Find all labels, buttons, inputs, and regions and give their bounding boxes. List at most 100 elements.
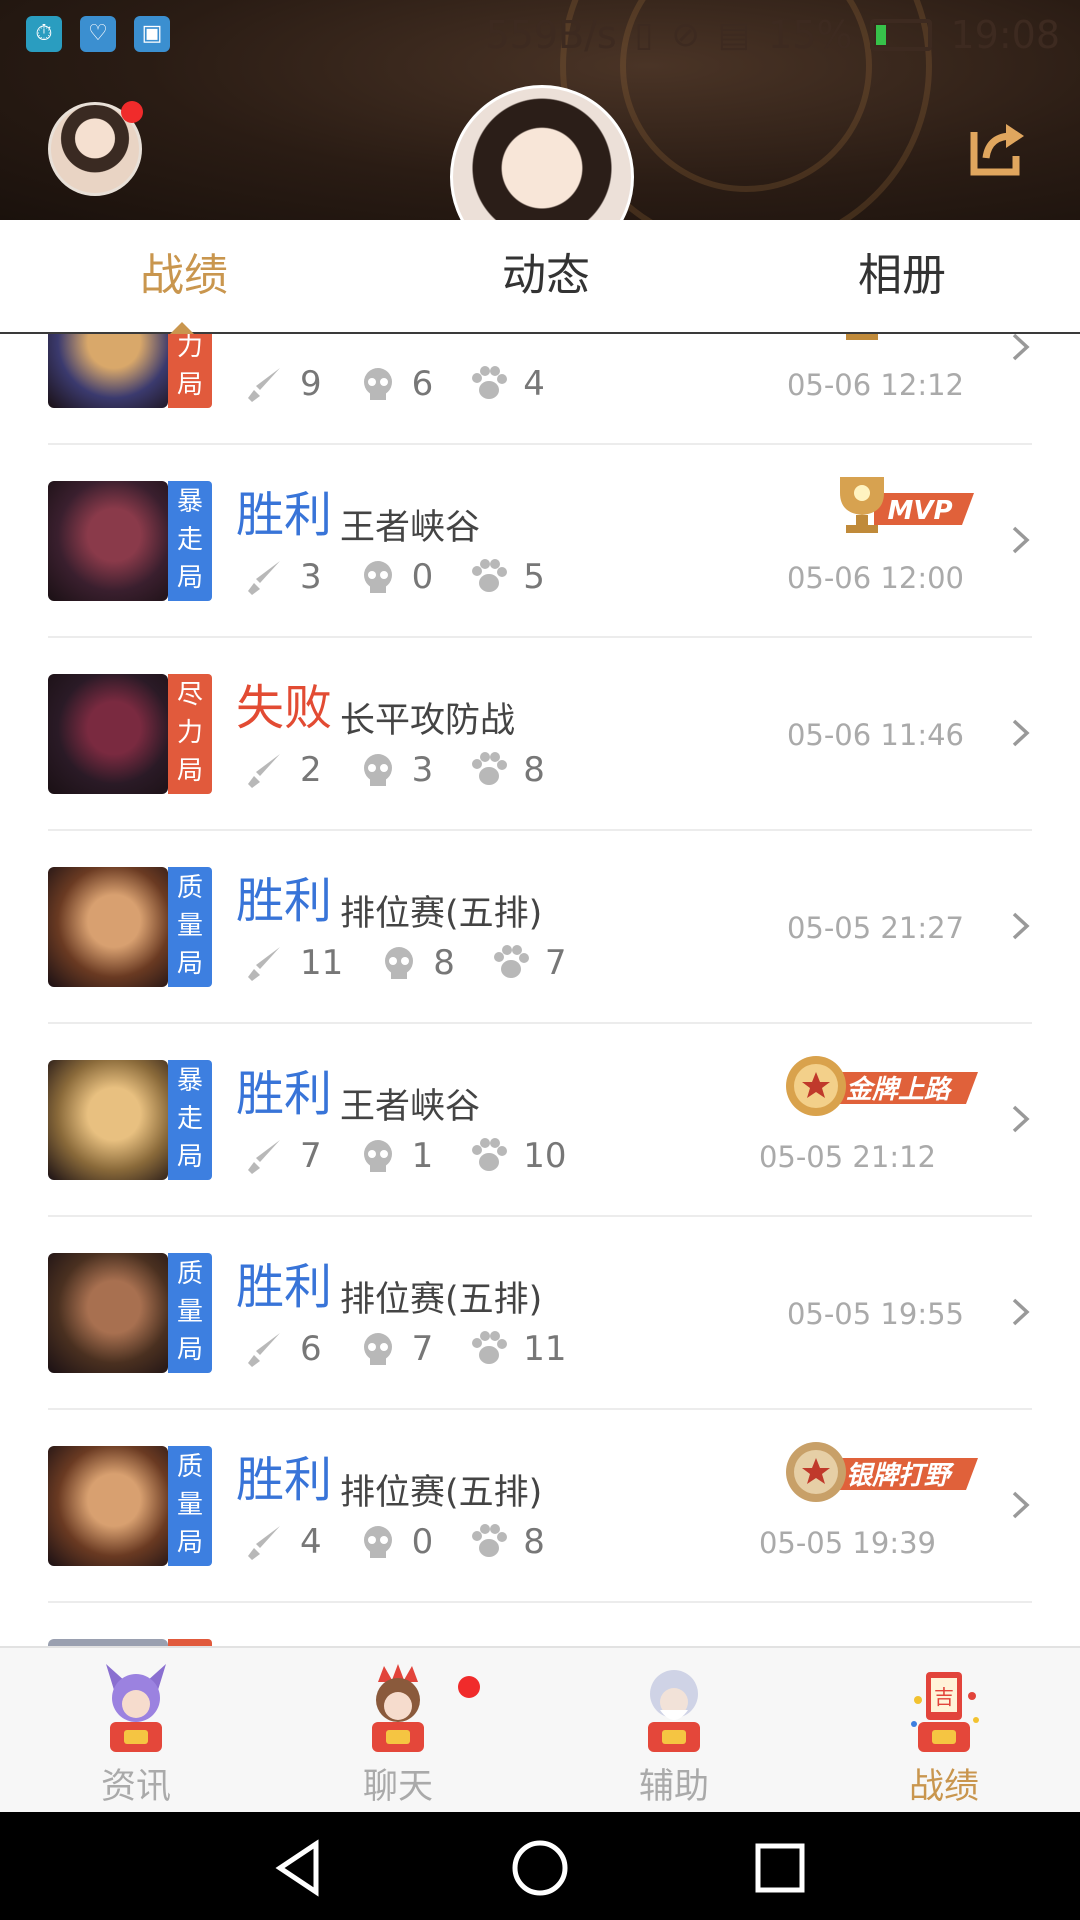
kills-stat: 2 [246,750,322,790]
position-medal-badge: 金牌上路 [786,1056,978,1116]
nav-news-label: 资讯 [100,1767,171,1807]
kda-stats: 3 0 5 [246,555,581,599]
match-time: 05-05 21:12 [758,1140,936,1174]
hero-portrait [48,332,168,408]
game-mode: 排位赛(五排) [340,894,543,934]
skull-icon [363,754,392,786]
position-medal-badge: 银牌打野 [786,1442,978,1502]
stopwatch-icon: ⏱ [26,16,62,52]
performance-tag: 质量局 [168,867,212,987]
battery-percent: 15% [768,13,853,57]
nav-record-label: 战绩 [908,1767,979,1807]
performance-tag: 暴走局 [168,481,212,601]
chevron-right-icon [1012,333,1030,361]
kills-stat: 7 [246,1136,322,1176]
performance-tag: 尽力局 [168,674,212,794]
assists-stat: 8 [469,1522,545,1562]
kda-stats: 2 3 8 [246,748,581,792]
my-avatar-button[interactable] [48,101,143,196]
active-tab-indicator [170,322,194,334]
recents-icon[interactable] [750,1838,810,1898]
match-row[interactable] [48,1601,1032,1646]
tab-album[interactable]: 相册 [802,220,1002,332]
match-row[interactable]: 质量局 胜利 排位赛(五排) 4 0 8 银牌打野 05-05 19:39 [48,1408,1032,1603]
game-mode: 排位赛(五排) [340,1473,543,1513]
chevron-right-icon [1012,1298,1030,1326]
skull-icon [363,1140,392,1172]
match-row[interactable]: 质量局 胜利 排位赛(五排) 6 7 11 05-05 19:55 [48,1215,1032,1410]
svg-text:银牌打野: 银牌打野 [846,1461,955,1491]
chevron-right-icon [1012,1105,1030,1133]
paw-icon [472,1524,508,1557]
assists-stat: 7 [491,943,567,983]
match-row[interactable]: 暴走局 胜利 王者峡谷 3 0 5 MVP 05-06 12:00 [48,443,1032,638]
deaths-stat: 7 [358,1329,433,1369]
paw-icon [472,559,508,592]
kda-stats: 11 8 7 [246,941,603,985]
nav-news[interactable]: 资讯 [56,1648,216,1814]
skull-icon [363,1333,392,1365]
svg-text:吉: 吉 [934,1685,954,1709]
assists-stat: 5 [469,557,545,597]
paw-icon [493,945,529,978]
match-row[interactable]: 尽力局 9 6 4 MVP [48,332,1032,445]
match-row[interactable]: 暴走局 胜利 王者峡谷 7 1 10 金牌上路 05-05 21:12 [48,1022,1032,1217]
assists-stat: 4 [469,364,545,404]
svg-text:MVP: MVP [887,496,952,526]
sword-icon [248,561,280,595]
match-time: 05-05 21:27 [786,911,964,945]
assists-stat: 10 [469,1136,567,1176]
kills-stat: 6 [246,1329,322,1369]
sword-icon [248,754,280,788]
kills-stat: 11 [246,943,343,983]
hero-portrait [48,867,168,987]
match-row[interactable]: 尽力局 失败 长平攻防战 2 3 8 05-06 11:46 [48,636,1032,831]
deaths-stat: 1 [358,1136,433,1176]
match-list[interactable]: 尽力局 9 6 4 MVP [0,332,1080,1646]
nav-chat[interactable]: 聊天 [318,1648,478,1814]
game-mode: 排位赛(五排) [340,1280,543,1320]
deaths-stat: 0 [358,1522,433,1562]
chat-notification-dot [458,1676,480,1698]
home-icon[interactable] [510,1838,570,1898]
kills-stat: 4 [246,1522,322,1562]
match-result: 胜利 [236,487,333,543]
status-right: 559B/s ▯ ⊘ ▤ 15% 19:08 [485,10,1060,60]
match-result: 失败 [236,680,333,736]
match-time: 05-06 12:00 [786,561,964,595]
hero-portrait [48,674,168,794]
assist-mascot-icon [648,1670,700,1752]
tab-feed[interactable]: 动态 [446,220,646,332]
health-icon: ♡ [80,16,116,52]
nav-record[interactable]: 吉 战绩 [864,1648,1024,1814]
vibrate-icon: ▯ [634,15,654,55]
no-sim-icon: ▤ [717,15,751,55]
bottom-nav: 资讯 聊天 辅助 吉 战绩 [0,1646,1080,1814]
hero-portrait [48,1253,168,1373]
tab-record[interactable]: 战绩 [84,220,284,332]
match-result: 胜利 [236,1066,333,1122]
back-icon[interactable] [270,1838,330,1898]
system-nav-bar [0,1812,1080,1920]
sword-icon [248,947,280,981]
news-mascot-icon [106,1664,166,1752]
nav-assist[interactable]: 辅助 [594,1648,754,1814]
share-icon[interactable] [968,118,1028,178]
battery-icon [870,19,933,51]
assists-stat: 11 [469,1329,567,1369]
net-speed: 559B/s [485,13,617,57]
gallery-icon: ▣ [134,16,170,52]
chevron-right-icon [1012,912,1030,940]
performance-tag [168,1639,212,1646]
tab-bar: 战绩 动态 相册 [0,220,1080,334]
match-result: 胜利 [236,1452,333,1508]
chat-mascot-icon [372,1664,424,1752]
hero-portrait [48,1446,168,1566]
status-bar: ⏱ ♡ ▣ 559B/s ▯ ⊘ ▤ 15% 19:08 [0,0,1080,70]
kda-stats: 9 6 4 [246,362,581,406]
mvp-badge: MVP [846,332,953,340]
match-row[interactable]: 质量局 胜利 排位赛(五排) 11 8 7 05-05 21:27 [48,829,1032,1024]
mvp-badge: MVP [840,477,974,533]
match-result: 胜利 [236,1259,333,1315]
chevron-right-icon [1012,526,1030,554]
